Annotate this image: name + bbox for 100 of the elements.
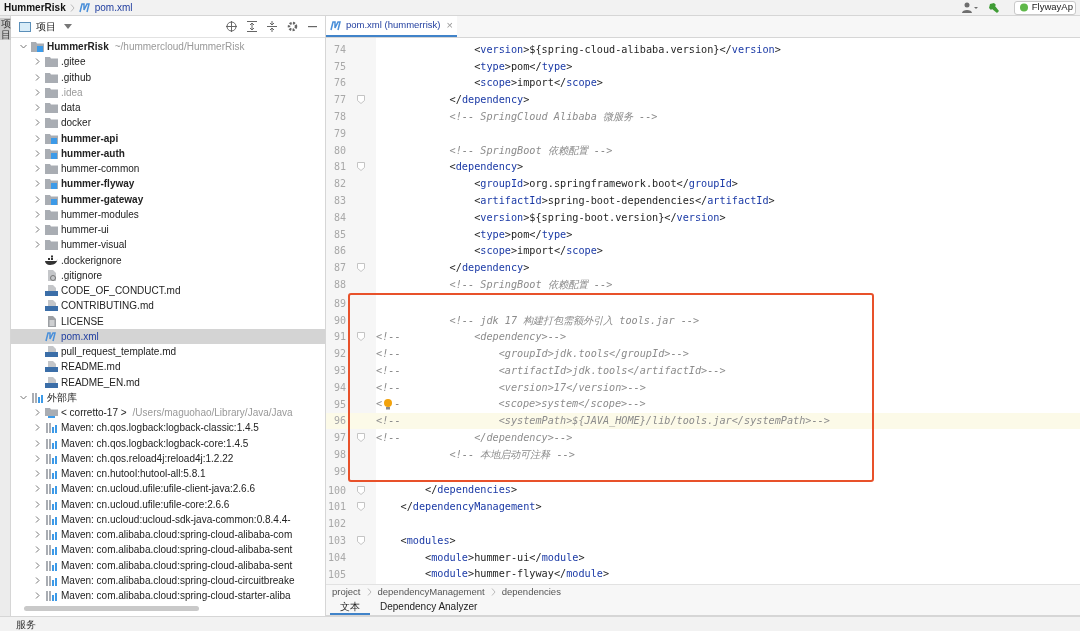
- tree-item[interactable]: hummer-common: [11, 161, 325, 177]
- tree-item[interactable]: README_EN.md: [11, 374, 325, 390]
- tree-item[interactable]: hummer-modules: [11, 206, 325, 222]
- horizontal-scrollbar[interactable]: [24, 606, 199, 611]
- chevron-right-icon[interactable]: [34, 241, 41, 249]
- tree-item[interactable]: .github: [11, 69, 325, 85]
- lightbulb-icon[interactable]: [382, 398, 395, 411]
- tree-item[interactable]: hummer-api: [11, 130, 325, 146]
- tree-item[interactable]: Maven: ch.qos.logback:logback-classic:1.4.5: [11, 420, 325, 436]
- tree-item[interactable]: .dockerignore: [11, 252, 325, 268]
- chevron-right-icon[interactable]: [34, 424, 41, 432]
- tree-item[interactable]: 外部库: [11, 389, 325, 405]
- hammer-icon[interactable]: [987, 1, 1000, 14]
- tree-item[interactable]: hummer-auth: [11, 145, 325, 161]
- tree-item[interactable]: pull_request_template.md: [11, 344, 325, 360]
- chevron-right-icon[interactable]: [34, 180, 41, 188]
- fold-marker-icon[interactable]: [357, 332, 365, 342]
- chevron-right-icon[interactable]: [34, 104, 41, 112]
- chevron-right-icon[interactable]: [34, 485, 41, 493]
- chevron-right-icon[interactable]: [34, 195, 41, 203]
- module-folder-icon: [45, 147, 58, 159]
- chevron-right-icon[interactable]: [34, 531, 41, 539]
- tree-item[interactable]: Maven: com.alibaba.cloud:spring-cloud-starter-aliba: [11, 588, 325, 604]
- crosshair-icon[interactable]: [226, 21, 237, 32]
- tree-item[interactable]: hummer-flyway: [11, 176, 325, 192]
- settings-icon[interactable]: [287, 21, 298, 32]
- bottom-tab[interactable]: Dependency Analyzer: [370, 599, 488, 615]
- tree-item[interactable]: HummerRisk ~/hummercloud/HummerRisk: [11, 39, 325, 55]
- tree-item[interactable]: < corretto-17 > /Users/maguohao/Library/Java/Java: [11, 405, 325, 421]
- chevron-right-icon[interactable]: [34, 149, 41, 157]
- chevron-right-icon[interactable]: [34, 454, 41, 462]
- fold-marker-icon[interactable]: [357, 536, 365, 545]
- chevron-right-icon[interactable]: [34, 88, 41, 96]
- fold-marker-icon[interactable]: [357, 485, 365, 495]
- tree-item[interactable]: hummer-visual: [11, 237, 325, 253]
- tree-item[interactable]: CODE_OF_CONDUCT.md: [11, 283, 325, 299]
- tree-item[interactable]: LICENSE: [11, 313, 325, 329]
- chevron-right-icon[interactable]: [34, 576, 41, 584]
- chevron-right-icon[interactable]: [34, 592, 41, 600]
- chevron-right-icon[interactable]: [34, 409, 41, 417]
- tree-item[interactable]: Maven: cn.ucloud.ufile:ufile-core:2.6.6: [11, 496, 325, 512]
- fold-marker-icon[interactable]: [357, 95, 365, 105]
- tree-item[interactable]: hummer-ui: [11, 222, 325, 238]
- tree-item[interactable]: Maven: com.alibaba.cloud:spring-cloud-alibaba-com: [11, 527, 325, 543]
- collapse-all-icon[interactable]: [267, 21, 277, 32]
- item-path: /Users/maguohao/Library/Java/Java: [132, 406, 293, 421]
- tree-item[interactable]: pom.xml: [11, 328, 325, 344]
- tree-item[interactable]: Maven: cn.ucloud:ucloud-sdk-java-common:0.8.4.4-: [11, 511, 325, 527]
- tree-item[interactable]: Maven: ch.qos.logback:logback-core:1.4.5: [11, 435, 325, 451]
- fold-marker-icon[interactable]: [357, 433, 365, 443]
- expand-all-icon[interactable]: [247, 21, 257, 32]
- chevron-right-icon[interactable]: [34, 58, 41, 66]
- caret-icon[interactable]: [64, 24, 72, 29]
- chevron-right-icon[interactable]: [34, 546, 41, 554]
- chevron-right-icon[interactable]: [34, 439, 41, 447]
- chevron-down-icon[interactable]: [20, 393, 27, 401]
- tree-item[interactable]: README.md: [11, 359, 325, 375]
- tree-item[interactable]: Maven: ch.qos.reload4j:reload4j:1.2.22: [11, 450, 325, 466]
- chevron-right-icon[interactable]: [34, 226, 41, 234]
- chevron-right-icon[interactable]: [34, 134, 41, 142]
- tree-item[interactable]: .gitee: [11, 54, 325, 70]
- breadcrumb-link[interactable]: dependencies: [501, 584, 561, 600]
- tree-item[interactable]: Maven: com.alibaba.cloud:spring-cloud-circuitbreake: [11, 572, 325, 588]
- tree-item[interactable]: .gitignore: [11, 267, 325, 283]
- line-number: 103: [326, 534, 346, 548]
- breadcrumb-link[interactable]: pom.xml: [94, 0, 133, 15]
- fold-marker-icon[interactable]: [357, 263, 365, 273]
- chevron-down-icon[interactable]: [20, 43, 27, 51]
- tree-item[interactable]: data: [11, 100, 325, 116]
- editor-tab[interactable]: pom.xml (hummerrisk) ×: [326, 16, 457, 37]
- line-number: 104: [326, 550, 346, 565]
- chevron-right-icon[interactable]: [34, 119, 41, 127]
- run-configuration-dropdown[interactable]: FlywayAp: [1013, 0, 1076, 15]
- breadcrumb-link[interactable]: HummerRisk: [4, 0, 66, 15]
- chevron-right-icon[interactable]: [34, 561, 41, 569]
- fold-marker-icon[interactable]: [357, 162, 365, 172]
- panel-title[interactable]: 项目: [36, 19, 56, 34]
- chevron-right-icon[interactable]: [34, 470, 41, 478]
- chevron-right-icon[interactable]: [34, 515, 41, 523]
- tree-item[interactable]: Maven: cn.ucloud.ufile:ufile-client-java:2.6.6: [11, 481, 325, 497]
- tree-item[interactable]: Maven: cn.hutool:hutool-all:5.8.1: [11, 466, 325, 482]
- user-icon[interactable]: [961, 2, 978, 13]
- fold-marker-icon[interactable]: [357, 502, 365, 512]
- code-text: <scope>import</scope>: [473, 244, 603, 259]
- tree-item[interactable]: Maven: com.alibaba.cloud:spring-cloud-alibaba-sent: [11, 542, 325, 558]
- chevron-right-icon[interactable]: [34, 500, 41, 508]
- breadcrumb-link[interactable]: dependencyManagement: [377, 584, 485, 600]
- chevron-right-icon[interactable]: [34, 73, 41, 81]
- line-number: 105: [326, 567, 346, 582]
- breadcrumb-link[interactable]: project: [332, 584, 361, 600]
- tree-item[interactable]: docker: [11, 115, 325, 131]
- chevron-right-icon[interactable]: [34, 210, 41, 218]
- tree-item[interactable]: CONTRIBUTING.md: [11, 298, 325, 314]
- item-label: Maven: ch.qos.reload4j:reload4j:1.2.22: [61, 451, 234, 466]
- tree-item[interactable]: Maven: com.alibaba.cloud:spring-cloud-alibaba-sent: [11, 557, 325, 573]
- tree-item[interactable]: hummer-gateway: [11, 191, 325, 207]
- services-tab[interactable]: 服务: [16, 616, 36, 631]
- minimize-icon[interactable]: [308, 25, 317, 28]
- project-tool-button[interactable]: 项目: [0, 18, 11, 40]
- chevron-right-icon[interactable]: [34, 165, 41, 173]
